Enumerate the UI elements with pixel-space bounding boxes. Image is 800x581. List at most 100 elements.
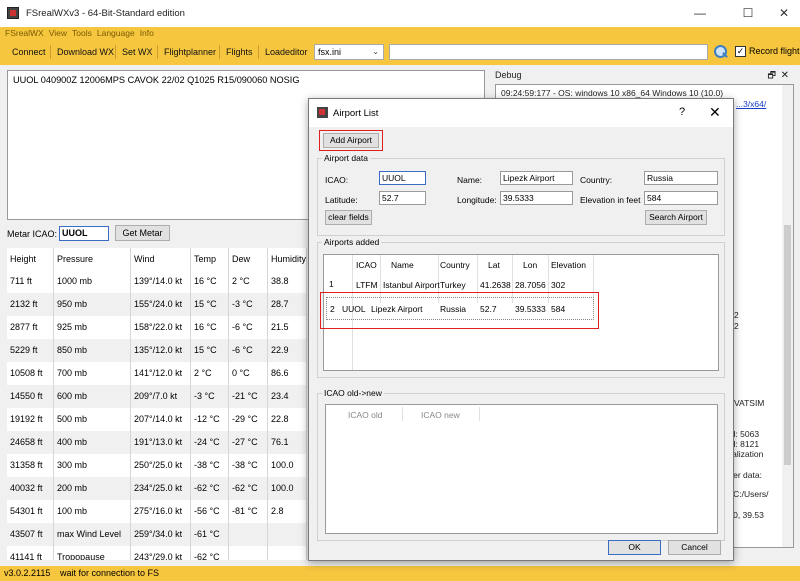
column-header-pressure[interactable]: Pressure <box>54 248 131 271</box>
weather-table: Height Pressure Wind Temp Dew Humidity 711 ft 1… <box>7 248 307 560</box>
cell-wind: 234°/25.0 kt <box>131 477 191 500</box>
column-header-lon[interactable]: Lon <box>523 260 537 270</box>
toolbar-separator <box>50 45 51 59</box>
cell-temp: -62 °C <box>191 477 229 500</box>
column-header-wind[interactable]: Wind <box>131 248 191 271</box>
dialog-close-button[interactable]: ✕ <box>709 104 721 121</box>
metar-text: UUOL 040900Z 12006MPS CAVOK 22/02 Q1025 … <box>13 75 300 85</box>
column-header-country[interactable]: Country <box>440 260 470 270</box>
table-row[interactable]: 43507 ft max Wind Level 259°/34.0 kt -61 °C <box>7 523 307 546</box>
table-row[interactable]: 5229 ft 850 mb 135°/12.0 kt 15 °C -6 °C 22.9 <box>7 339 307 362</box>
table-row[interactable]: 19192 ft 500 mb 207°/14.0 kt -12 °C -29 °C 22… <box>7 408 307 431</box>
menu-info[interactable]: Info <box>140 27 154 39</box>
column-header-name[interactable]: Name <box>391 260 414 270</box>
search-icon[interactable] <box>712 44 728 60</box>
cell-temp: -38 °C <box>191 454 229 477</box>
chevron-down-icon: ⌄ <box>372 47 379 56</box>
cell-wind: 250°/25.0 kt <box>131 454 191 477</box>
table-row[interactable]: 40032 ft 200 mb 234°/25.0 kt -62 °C -62 °C 10… <box>7 477 307 500</box>
table-row[interactable]: 31358 ft 300 mb 250°/25.0 kt -38 °C -38 °C 10… <box>7 454 307 477</box>
cell-wind: 243°/29.0 kt <box>131 546 191 560</box>
column-header-icao-new[interactable]: ICAO new <box>421 410 460 420</box>
flights-button[interactable]: Flights <box>223 43 256 61</box>
elevation-label: Elevation in feet <box>580 195 641 205</box>
debug-close-icon[interactable]: ✕ <box>781 67 789 84</box>
get-metar-button[interactable]: Get Metar <box>115 225 170 241</box>
minimize-button[interactable]: — <box>680 4 720 22</box>
column-header-icao[interactable]: ICAO <box>356 260 377 270</box>
table-row[interactable]: 41141 ft Tropopause 243°/29.0 kt -62 °C <box>7 546 307 560</box>
column-header-elevation[interactable]: Elevation <box>551 260 586 270</box>
download-wx-button[interactable]: Download WX <box>54 43 117 61</box>
config-select[interactable]: fsx.ini ⌄ <box>314 44 384 60</box>
icao-field[interactable]: UUOL <box>379 171 426 185</box>
version-label: v3.0.2.2115 <box>4 568 51 578</box>
search-airport-button[interactable]: Search Airport <box>645 210 707 225</box>
cell-height: 5229 ft <box>7 339 54 362</box>
debug-link[interactable]: ...3/x64/ <box>736 99 766 109</box>
toolbar-separator <box>219 45 220 59</box>
clear-fields-button[interactable]: clear fields <box>325 210 372 225</box>
metar-icao-input[interactable]: UUOL <box>59 226 109 241</box>
cell-height: 19192 ft <box>7 408 54 431</box>
cell-humidity: 22.8 <box>268 408 307 431</box>
menu-fsrealwx[interactable]: FSrealWX <box>5 27 44 39</box>
loadeditor-button[interactable]: Loadeditor <box>262 43 311 61</box>
column-header-lat[interactable]: Lat <box>488 260 500 270</box>
ok-button[interactable]: OK <box>608 540 661 555</box>
scrollbar-thumb[interactable] <box>784 225 791 465</box>
cell-temp: -56 °C <box>191 500 229 523</box>
column-header-icao-old[interactable]: ICAO old <box>348 410 383 420</box>
country-label: Country: <box>580 175 613 185</box>
table-row[interactable]: 2877 ft 925 mb 158°/22.0 kt 16 °C -6 °C 21.5 <box>7 316 307 339</box>
table-row[interactable]: 24658 ft 400 mb 191°/13.0 kt -24 °C -27 °C 76… <box>7 431 307 454</box>
table-row[interactable]: 10508 ft 700 mb 141°/12.0 kt 2 °C 0 °C 86.6 <box>7 362 307 385</box>
maximize-button[interactable]: ☐ <box>728 4 768 22</box>
cell-dew: -81 °C <box>229 500 268 523</box>
column-header-height[interactable]: Height <box>7 248 54 271</box>
column-header-dew[interactable]: Dew <box>229 248 268 271</box>
cell-temp: -61 °C <box>191 523 229 546</box>
table-row[interactable]: 711 ft 1000 mb 139°/14.0 kt 16 °C 2 °C 38.8 <box>7 270 307 293</box>
debug-scrollbar[interactable] <box>782 85 793 547</box>
cell-pressure: 500 mb <box>54 408 131 431</box>
menu-view[interactable]: View <box>49 27 67 39</box>
latitude-field[interactable]: 52.7 <box>379 191 426 205</box>
cell-dew: -6 °C <box>229 339 268 362</box>
menu-tools[interactable]: Tools <box>72 27 92 39</box>
cell-temp: -12 °C <box>191 408 229 431</box>
add-airport-button[interactable]: Add Airport <box>323 133 379 148</box>
cell-height: 2877 ft <box>7 316 54 339</box>
table-row[interactable]: 14550 ft 600 mb 209°/7.0 kt -3 °C -21 °C 23.4 <box>7 385 307 408</box>
airport-country: Turkey <box>440 280 466 290</box>
cell-wind: 275°/16.0 kt <box>131 500 191 523</box>
menu-language[interactable]: Language <box>97 27 135 39</box>
connect-button[interactable]: Connect <box>9 43 49 61</box>
weather-table-header: Height Pressure Wind Temp Dew Humidity <box>7 248 307 271</box>
name-field[interactable]: Lipezk Airport <box>500 171 573 185</box>
country-field[interactable]: Russia <box>644 171 718 185</box>
column-header-temp[interactable]: Temp <box>191 248 229 271</box>
column-header-humidity[interactable]: Humidity <box>268 248 307 271</box>
cell-wind: 135°/12.0 kt <box>131 339 191 362</box>
table-row[interactable]: 2132 ft 950 mb 155°/24.0 kt 15 °C -3 °C 28.7 <box>7 293 307 316</box>
longitude-field[interactable]: 39.5333 <box>500 191 573 205</box>
icao-map-table[interactable]: ICAO old ICAO new <box>325 404 718 534</box>
search-input[interactable] <box>389 44 708 60</box>
help-button[interactable]: ? <box>679 106 685 118</box>
cell-humidity <box>268 546 307 560</box>
cell-dew <box>229 523 268 546</box>
set-wx-button[interactable]: Set WX <box>119 43 156 61</box>
debug-side-text: VATSIM <box>734 398 765 408</box>
airport-elevation: 302 <box>551 280 566 290</box>
record-flight-checkbox[interactable]: ✓ <box>735 46 746 57</box>
flightplanner-button[interactable]: Flightplanner <box>161 43 219 61</box>
cell-humidity: 2.8 <box>268 500 307 523</box>
float-panel-icon[interactable]: 🗗 <box>768 67 776 84</box>
cell-pressure: 400 mb <box>54 431 131 454</box>
elevation-field[interactable]: 584 <box>644 191 718 205</box>
cell-dew: -62 °C <box>229 477 268 500</box>
close-button[interactable]: ✕ <box>764 4 800 22</box>
cancel-button[interactable]: Cancel <box>668 540 721 555</box>
table-row[interactable]: 54301 ft 100 mb 275°/16.0 kt -56 °C -81 °C 2.… <box>7 500 307 523</box>
